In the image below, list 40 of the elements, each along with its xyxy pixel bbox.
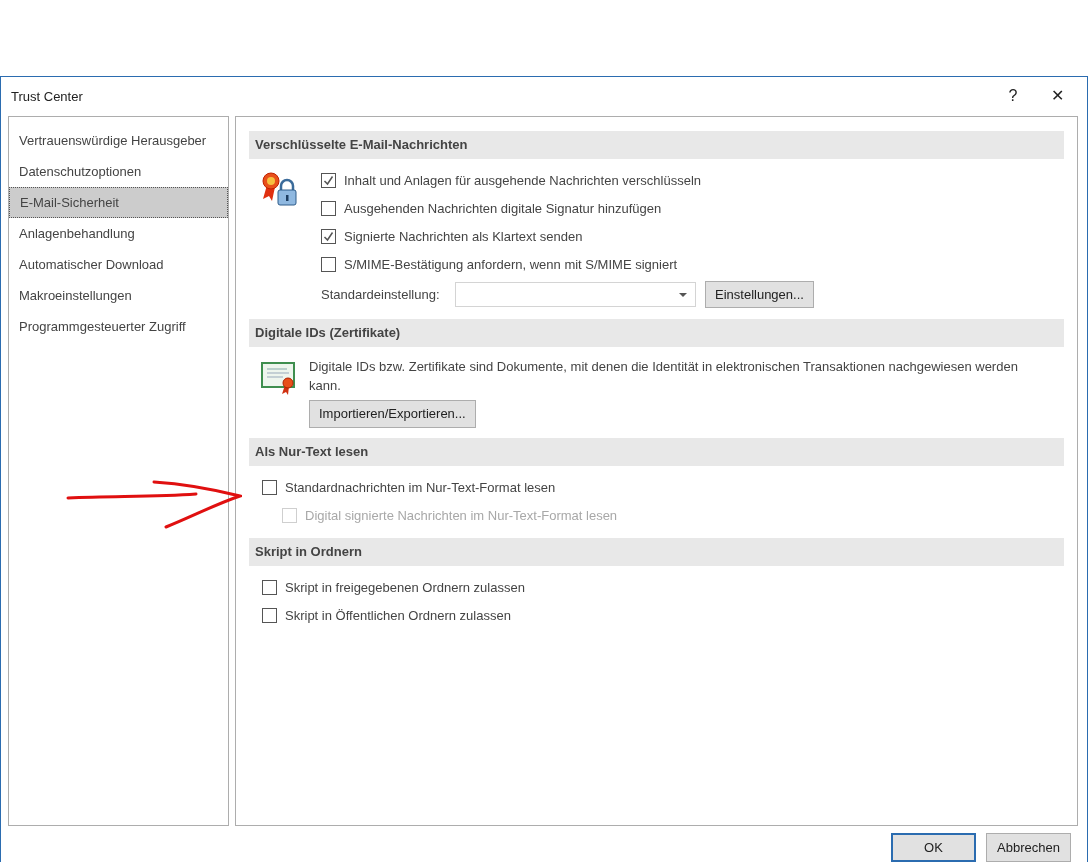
sidebar-item[interactable]: Makroeinstellungen xyxy=(9,279,228,311)
dialog-button[interactable]: Abbrechen xyxy=(986,833,1071,862)
window-title: Trust Center xyxy=(11,87,84,106)
checkbox[interactable] xyxy=(321,257,336,273)
section-header: Skript in Ordnern xyxy=(249,537,1064,566)
sidebar-item[interactable]: E-Mail-Sicherheit xyxy=(9,186,228,218)
sidebar-item[interactable]: Programmgesteuerter Zugriff xyxy=(9,310,228,342)
section-header: Verschlüsselte E-Mail-Nachrichten xyxy=(249,130,1064,159)
settings-button[interactable]: Einstellungen... xyxy=(705,281,814,309)
help-button[interactable]: ? xyxy=(993,84,1033,109)
checkbox[interactable] xyxy=(262,480,277,496)
checkbox[interactable] xyxy=(262,608,277,624)
ribbon-lock-icon xyxy=(261,170,299,207)
checkbox-option[interactable]: S/MIME-Bestätigung anfordern, wenn mit S/MIME signiert xyxy=(321,250,1064,279)
sidebar-item[interactable]: Anlagenbehandlung xyxy=(9,217,228,249)
caret-icon xyxy=(679,292,687,297)
checkmark-icon xyxy=(323,231,334,243)
checkbox-option[interactable]: Skript in freigegebenen Ordnern zulassen xyxy=(262,573,1064,602)
checkbox-option[interactable]: Signierte Nachrichten als Klartext senden xyxy=(321,222,1064,251)
checkbox[interactable] xyxy=(321,201,336,217)
checkmark-icon xyxy=(323,175,334,187)
close-button[interactable]: ✕ xyxy=(1033,84,1081,109)
checkbox-option[interactable]: Ausgehenden Nachrichten digitale Signatur hinzufügen xyxy=(321,194,1064,223)
sidebar-item[interactable]: Automatischer Download xyxy=(9,248,228,280)
checkbox-option[interactable]: Standardnachrichten im Nur-Text-Format lesen xyxy=(262,473,1064,502)
sidebar-item[interactable]: Vertrauenswürdige Herausgeber xyxy=(9,124,228,156)
section-header: Als Nur-Text lesen xyxy=(249,437,1064,466)
certificate-icon xyxy=(261,360,297,395)
checkbox-option[interactable]: Inhalt und Anlagen für ausgehende Nachrichten verschlüsseln xyxy=(321,166,1064,195)
dialog-button[interactable]: OK xyxy=(891,833,976,862)
sidebar-item[interactable]: Datenschutzoptionen xyxy=(9,155,228,187)
dropdown-field[interactable] xyxy=(455,282,696,308)
checkbox-option[interactable]: Skript in Öffentlichen Ordnern zulassen xyxy=(262,601,1064,630)
checkbox[interactable] xyxy=(262,580,277,596)
dropdown-label: Standardeinstellung: xyxy=(321,286,441,305)
checkbox[interactable] xyxy=(321,173,336,189)
section-header: Digitale IDs (Zertifikate) xyxy=(249,318,1064,347)
description-text: Digitale IDs bzw. Zertifikate sind Dokumente, mit denen die Identität in elektronischen Transaktionen nachgewiesen werden kann. xyxy=(309,357,1019,395)
import-export-button[interactable]: Importieren/Exportieren... xyxy=(309,399,476,428)
checkbox[interactable] xyxy=(321,229,336,245)
